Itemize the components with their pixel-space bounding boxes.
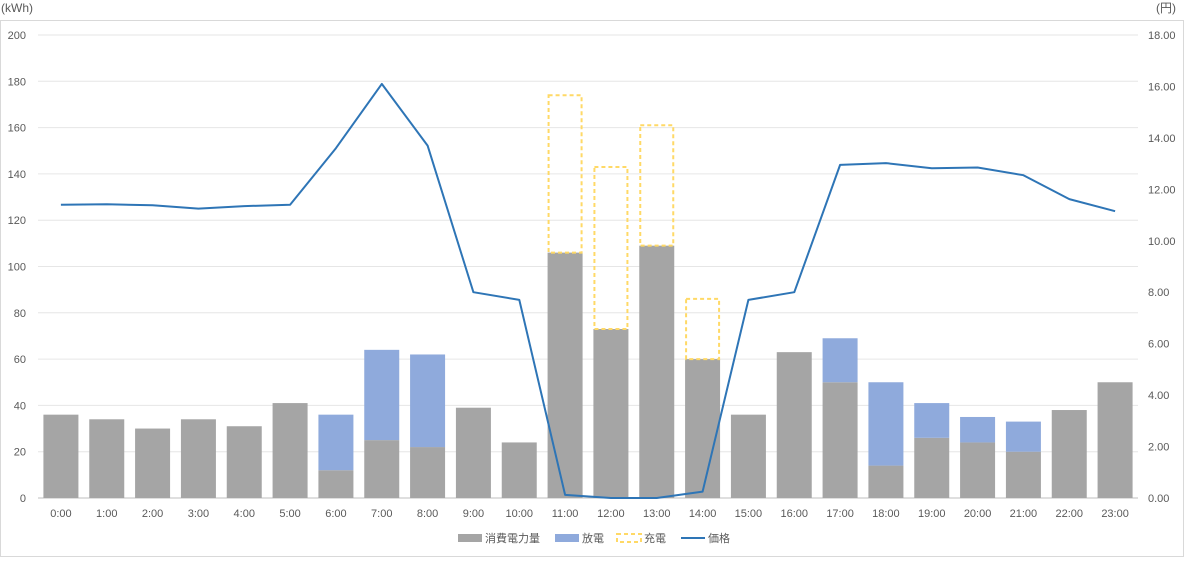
chart-container: 0 20 40 60 80 100 120 140 160 180 200 0.00 2.00 4.00 6… xyxy=(0,0,1200,558)
consumption-bar xyxy=(914,437,950,498)
right-tick-label: 2.00 xyxy=(1148,442,1169,454)
left-tick-label: 60 xyxy=(14,354,26,366)
x-tick-label: 11:00 xyxy=(552,508,579,520)
discharge-bar xyxy=(914,403,950,438)
right-tick-label: 6.00 xyxy=(1148,339,1169,351)
consumption-bar xyxy=(89,419,125,498)
left-tick-label: 0 xyxy=(20,493,26,505)
charge-bar xyxy=(685,297,721,361)
x-tick-label: 9:00 xyxy=(463,508,484,520)
x-tick-label: 12:00 xyxy=(597,508,625,520)
legend-swatch xyxy=(458,534,482,542)
consumption-bar xyxy=(639,245,675,498)
left-tick-label: 180 xyxy=(8,76,26,88)
consumption-bar xyxy=(547,252,583,498)
x-tick-label: 19:00 xyxy=(918,508,946,520)
consumption-bar xyxy=(1005,451,1041,498)
x-tick-label: 5:00 xyxy=(279,508,300,520)
x-tick-label: 14:00 xyxy=(689,508,717,520)
legend-swatch xyxy=(555,534,579,542)
x-tick-label: 23:00 xyxy=(1101,508,1129,520)
left-tick-label: 40 xyxy=(14,400,26,412)
left-axis-unit: (kWh) xyxy=(1,1,33,15)
x-tick-label: 20:00 xyxy=(964,508,992,520)
legend-label: 充電 xyxy=(644,531,666,545)
left-tick-label: 80 xyxy=(14,308,26,320)
left-tick-label: 100 xyxy=(8,262,26,274)
legend-label: 放電 xyxy=(582,531,604,545)
consumption-bar xyxy=(180,419,216,498)
price-line-group xyxy=(60,82,1116,499)
discharge-bar xyxy=(822,338,858,383)
consumption-bar xyxy=(455,407,491,498)
left-tick-label: 20 xyxy=(14,447,26,459)
consumption-bar xyxy=(868,465,904,498)
right-tick-label: 0.00 xyxy=(1148,493,1169,505)
x-tick-label: 17:00 xyxy=(826,508,854,520)
right-tick-label: 18.00 xyxy=(1148,30,1176,42)
x-tick-label: 13:00 xyxy=(643,508,671,520)
consumption-bar xyxy=(43,414,79,498)
charge-bar xyxy=(639,124,675,247)
x-tick-label: 8:00 xyxy=(417,508,438,520)
right-tick-label: 4.00 xyxy=(1148,390,1169,402)
legend-swatch xyxy=(616,533,642,543)
consumption-bar xyxy=(822,382,858,498)
bars xyxy=(43,94,1133,498)
left-tick-label: 140 xyxy=(8,169,26,181)
discharge-bar xyxy=(1005,421,1041,452)
energy-price-chart: 0 20 40 60 80 100 120 140 160 180 200 0.00 2.00 4.00 6… xyxy=(0,1,1184,557)
price-line xyxy=(60,82,1116,499)
consumption-bar xyxy=(226,426,262,498)
left-tick-label: 120 xyxy=(8,215,26,227)
consumption-bar xyxy=(501,442,537,498)
discharge-bar xyxy=(960,416,996,443)
right-tick-label: 16.00 xyxy=(1148,81,1176,93)
x-tick-label: 15:00 xyxy=(735,508,763,520)
right-tick-label: 12.00 xyxy=(1148,184,1176,196)
left-tick-label: 160 xyxy=(8,123,26,135)
discharge-bar xyxy=(318,414,354,471)
x-tick-label: 7:00 xyxy=(371,508,392,520)
right-tick-label: 10.00 xyxy=(1148,236,1176,248)
x-tick-label: 2:00 xyxy=(142,508,163,520)
legend-label: 消費電力量 xyxy=(485,531,540,545)
x-tick-label: 1:00 xyxy=(96,508,117,520)
consumption-bar xyxy=(318,470,354,498)
consumption-bar xyxy=(410,447,446,498)
discharge-bar xyxy=(410,354,446,448)
discharge-bar xyxy=(364,349,400,441)
consumption-bar xyxy=(364,440,400,498)
x-tick-label: 4:00 xyxy=(234,508,255,520)
x-tick-label: 10:00 xyxy=(505,508,533,520)
x-tick-label: 3:00 xyxy=(188,508,209,520)
right-tick-label: 14.00 xyxy=(1148,133,1176,145)
left-tick-label: 200 xyxy=(8,30,26,42)
consumption-bar xyxy=(272,403,308,498)
consumption-bar xyxy=(960,442,996,498)
discharge-bar xyxy=(868,382,904,466)
legend: 消費電力量 放電 充電 価格 xyxy=(458,531,730,545)
x-tick-label: 0:00 xyxy=(50,508,71,520)
x-tick-label: 22:00 xyxy=(1055,508,1083,520)
consumption-bar xyxy=(593,329,629,498)
consumption-bar xyxy=(776,352,812,498)
right-tick-label: 8.00 xyxy=(1148,287,1169,299)
charge-bar xyxy=(593,165,629,331)
x-tick-label: 6:00 xyxy=(325,508,346,520)
consumption-bar xyxy=(135,428,171,498)
consumption-bar xyxy=(685,359,721,498)
consumption-bar xyxy=(730,414,766,498)
x-tick-label: 16:00 xyxy=(780,508,808,520)
legend-label: 価格 xyxy=(708,531,730,545)
right-axis-unit: (円) xyxy=(1156,1,1176,15)
consumption-bar xyxy=(1051,410,1087,498)
x-tick-label: 21:00 xyxy=(1010,508,1038,520)
consumption-bar xyxy=(1097,382,1133,498)
x-tick-label: 18:00 xyxy=(872,508,900,520)
